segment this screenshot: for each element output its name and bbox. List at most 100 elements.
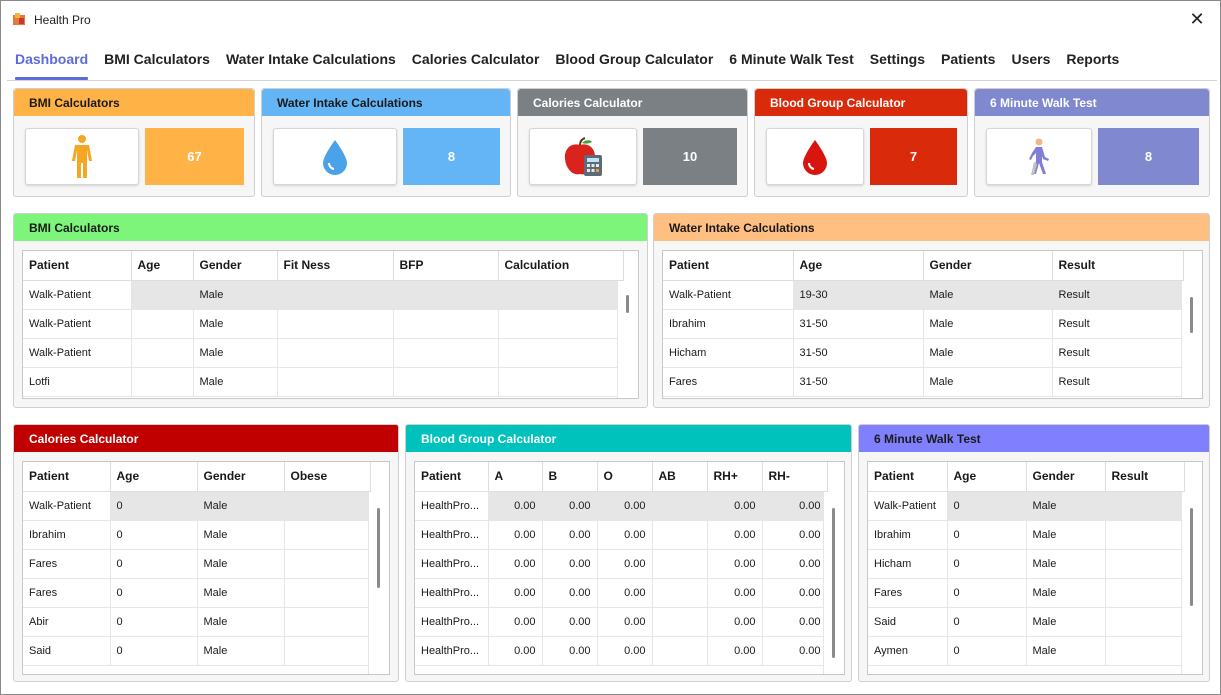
cell-o[interactable]: 0.00 [597, 578, 653, 608]
cell-age[interactable]: 31-50 [793, 338, 924, 368]
bmi-grid[interactable]: Patient Age Gender Fit Ness BFP Calculat… [22, 250, 639, 399]
cell-patient[interactable]: Fares [663, 367, 794, 397]
cell-b[interactable]: 0.00 [542, 549, 598, 579]
column-header[interactable]: Age [131, 251, 194, 281]
table-row[interactable]: Aymen 0 Male [868, 636, 1185, 666]
column-header[interactable]: Patient [23, 251, 132, 281]
cell-age[interactable]: 31-50 [793, 309, 924, 339]
cell-rh-pos[interactable]: 0.00 [707, 491, 763, 521]
cell-gender[interactable]: Male [193, 309, 278, 339]
cell-patient[interactable]: HealthPro... [415, 520, 489, 550]
cell-patient[interactable]: Walk-Patient [23, 338, 132, 368]
cell-result[interactable] [1105, 607, 1185, 637]
cell-obese[interactable] [284, 636, 371, 666]
cell-gender[interactable]: Male [1026, 607, 1106, 637]
cell-bfp[interactable] [393, 309, 499, 339]
cell-fitness[interactable] [277, 338, 394, 368]
cell-a[interactable]: 0.00 [488, 520, 543, 550]
cell-a[interactable]: 0.00 [488, 607, 543, 637]
cell-patient[interactable]: Walk-Patient [23, 309, 132, 339]
cell-patient[interactable]: Fares [868, 578, 948, 608]
column-header[interactable]: Obese [284, 462, 371, 492]
table-row[interactable]: Ibrahim 0 Male [23, 520, 371, 550]
column-header[interactable]: BFP [393, 251, 499, 281]
column-header[interactable]: A [488, 462, 543, 492]
cell-result[interactable] [1105, 491, 1185, 521]
cell-gender[interactable]: Male [197, 607, 285, 637]
cell-calculation[interactable] [498, 280, 624, 310]
column-header[interactable]: Fit Ness [277, 251, 394, 281]
tab-dashboard[interactable]: Dashboard [7, 39, 96, 80]
cell-patient[interactable]: HealthPro... [415, 549, 489, 579]
vertical-scrollbar[interactable] [368, 492, 389, 674]
cell-a[interactable]: 0.00 [488, 578, 543, 608]
cell-gender[interactable]: Male [923, 280, 1053, 310]
table-row[interactable]: Ibrahim 0 Male [868, 520, 1185, 550]
water-grid[interactable]: Patient Age Gender Result Walk-Patient 19… [662, 250, 1203, 399]
cell-gender[interactable]: Male [1026, 491, 1106, 521]
cell-bfp[interactable] [393, 367, 499, 397]
cell-age[interactable]: 0 [947, 520, 1027, 550]
scroll-thumb[interactable] [832, 508, 835, 658]
table-row[interactable]: Hicham 31-50 Male Result [663, 338, 1184, 368]
table-row[interactable]: Walk-Patient Male [23, 280, 624, 310]
cell-gender[interactable]: Male [923, 367, 1053, 397]
table-row[interactable]: HealthPro... 0.00 0.00 0.00 0.00 0.00 [415, 636, 828, 666]
card-icon-box[interactable] [273, 128, 397, 185]
table-row[interactable]: Walk-Patient Male [23, 338, 624, 368]
scroll-thumb[interactable] [1190, 297, 1193, 333]
table-row[interactable]: Abir 0 Male [23, 607, 371, 637]
calories-grid[interactable]: Patient Age Gender Obese Walk-Patient 0 Ma… [22, 461, 390, 675]
tab-walk-test[interactable]: 6 Minute Walk Test [721, 39, 861, 80]
cell-age[interactable]: 0 [947, 549, 1027, 579]
cell-gender[interactable]: Male [193, 280, 278, 310]
cell-rh-pos[interactable]: 0.00 [707, 549, 763, 579]
cell-patient[interactable]: Fares [23, 549, 111, 579]
table-row[interactable]: Fares 0 Male [23, 578, 371, 608]
table-row[interactable]: Said 0 Male [23, 636, 371, 666]
cell-age[interactable]: 0 [110, 491, 198, 521]
cell-gender[interactable]: Male [923, 338, 1053, 368]
cell-ab[interactable] [652, 491, 708, 521]
cell-gender[interactable]: Male [1026, 578, 1106, 608]
tab-bmi-calculators[interactable]: BMI Calculators [96, 39, 218, 80]
table-row[interactable]: HealthPro... 0.00 0.00 0.00 0.00 0.00 [415, 578, 828, 608]
column-header[interactable]: Gender [197, 462, 285, 492]
cell-o[interactable]: 0.00 [597, 549, 653, 579]
column-header[interactable]: Gender [193, 251, 278, 281]
cell-patient[interactable]: Walk-Patient [23, 280, 132, 310]
cell-gender[interactable]: Male [197, 578, 285, 608]
table-row[interactable]: Fares 0 Male [868, 578, 1185, 608]
cell-patient[interactable]: Aymen [868, 636, 948, 666]
cell-obese[interactable] [284, 607, 371, 637]
cell-result[interactable] [1105, 520, 1185, 550]
cell-result[interactable] [1105, 636, 1185, 666]
table-row[interactable]: Walk-Patient 0 Male [23, 491, 371, 521]
cell-ab[interactable] [652, 578, 708, 608]
cell-b[interactable]: 0.00 [542, 578, 598, 608]
cell-fitness[interactable] [277, 280, 394, 310]
card-icon-box[interactable] [986, 128, 1092, 185]
cell-b[interactable]: 0.00 [542, 636, 598, 666]
cell-a[interactable]: 0.00 [488, 491, 543, 521]
cell-rh-neg[interactable]: 0.00 [762, 549, 828, 579]
cell-patient[interactable]: Walk-Patient [663, 280, 794, 310]
table-row[interactable]: Fares 31-50 Male Result [663, 367, 1184, 397]
card-icon-box[interactable] [766, 128, 864, 185]
cell-patient[interactable]: Ibrahim [23, 520, 111, 550]
cell-rh-pos[interactable]: 0.00 [707, 636, 763, 666]
table-row[interactable]: Hicham 0 Male [868, 549, 1185, 579]
cell-gender[interactable]: Male [197, 549, 285, 579]
cell-result[interactable]: Result [1052, 367, 1184, 397]
cell-age[interactable]: 0 [110, 520, 198, 550]
table-row[interactable]: Said 0 Male [868, 607, 1185, 637]
cell-result[interactable]: Result [1052, 309, 1184, 339]
cell-patient[interactable]: Ibrahim [663, 309, 794, 339]
column-header[interactable]: Calculation [498, 251, 624, 281]
cell-ab[interactable] [652, 549, 708, 579]
table-row[interactable]: HealthPro... 0.00 0.00 0.00 0.00 0.00 [415, 520, 828, 550]
cell-result[interactable]: Result [1052, 280, 1184, 310]
cell-age[interactable]: 0 [110, 549, 198, 579]
cell-result[interactable] [1105, 578, 1185, 608]
cell-rh-pos[interactable]: 0.00 [707, 607, 763, 637]
